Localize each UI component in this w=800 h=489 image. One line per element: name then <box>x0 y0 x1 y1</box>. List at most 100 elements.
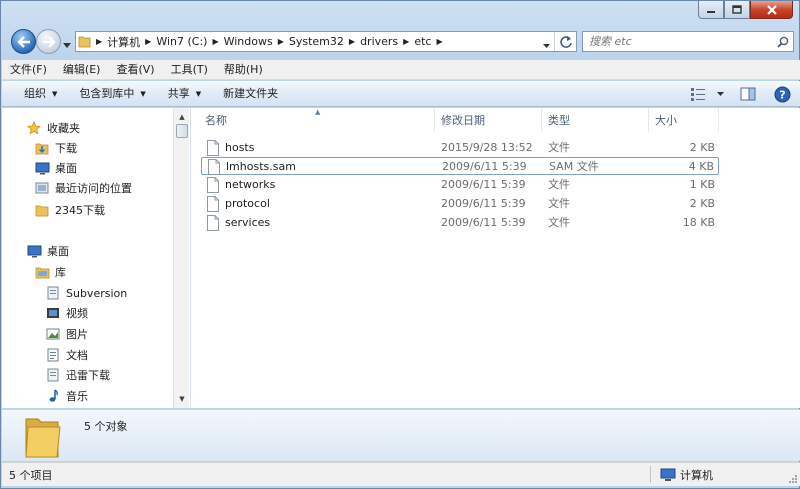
forward-button[interactable] <box>36 29 61 54</box>
breadcrumb-item[interactable]: etc <box>411 35 434 48</box>
download-folder-icon <box>34 140 50 156</box>
sidebar-item-label: 迅雷下载 <box>66 369 110 382</box>
breadcrumb-arrow-icon[interactable]: ▶ <box>401 37 411 46</box>
breadcrumb: 计算机 ▶ Win7 (C:) ▶ Windows ▶ System32 ▶ d… <box>104 32 444 51</box>
breadcrumb-arrow-icon[interactable]: ▶ <box>143 37 153 46</box>
breadcrumb-arrow-icon[interactable]: ▶ <box>434 37 444 46</box>
folder-icon <box>34 202 50 218</box>
file-row[interactable]: networks 2009/6/11 5:39 文件 1 KB <box>201 176 719 194</box>
file-row[interactable]: services 2009/6/11 5:39 文件 18 KB <box>201 214 719 232</box>
file-date: 2009/6/11 5:39 <box>442 160 527 173</box>
view-dropdown[interactable] <box>714 83 726 105</box>
address-bar[interactable]: ▶ 计算机 ▶ Win7 (C:) ▶ Windows ▶ System32 ▶… <box>75 31 577 52</box>
organize-label: 组织 <box>24 86 46 100</box>
share-label: 共享 <box>167 86 190 100</box>
breadcrumb-item[interactable]: Win7 (C:) <box>153 35 210 48</box>
sidebar-item-label: 视频 <box>66 307 88 320</box>
breadcrumb-item[interactable]: Windows <box>221 35 276 48</box>
file-type: SAM 文件 <box>549 160 599 173</box>
sidebar-item-subversion[interactable]: Subversion <box>45 283 127 303</box>
arrow-left-icon <box>16 35 30 48</box>
recent-pages-dropdown[interactable] <box>63 38 71 51</box>
chevron-down-icon <box>63 43 71 48</box>
file-type: 文件 <box>548 216 570 229</box>
sidebar-item-label: 图片 <box>66 328 88 341</box>
include-in-library-button[interactable]: 包含到库中 ▼ <box>68 83 156 105</box>
file-row[interactable]: protocol 2009/6/11 5:39 文件 2 KB <box>201 195 719 213</box>
file-size: 18 KB <box>682 216 715 229</box>
sidebar-item-label: 文档 <box>66 349 88 362</box>
sidebar-item-desktop[interactable]: 桌面 <box>26 241 69 261</box>
navigation-scrollbar[interactable]: ▲ ▼ <box>173 108 189 408</box>
back-button[interactable] <box>11 29 36 54</box>
refresh-button[interactable] <box>554 32 576 51</box>
breadcrumb-item[interactable]: 计算机 <box>104 34 143 50</box>
chevron-down-icon: ▼ <box>140 89 146 98</box>
breadcrumb-arrow-icon[interactable]: ▶ <box>210 37 220 46</box>
chevron-down-icon <box>716 92 724 96</box>
column-header-name[interactable]: 名称 <box>199 108 435 132</box>
column-header-date[interactable]: 修改日期 <box>435 108 542 132</box>
preview-pane-icon[interactable] <box>736 83 760 105</box>
folder-large-icon <box>25 418 61 458</box>
file-row[interactable]: hosts 2015/9/28 13:52 文件 2 KB <box>201 139 719 157</box>
close-button[interactable] <box>750 1 793 19</box>
toolbar-right: ? <box>686 83 794 105</box>
desktop-icon <box>34 160 50 176</box>
sidebar-item-2345-downloads[interactable]: 2345下载 <box>34 200 105 220</box>
scrollbar-thumb[interactable] <box>176 124 188 138</box>
address-history-dropdown[interactable] <box>543 38 550 51</box>
file-size: 4 KB <box>688 160 714 173</box>
sidebar-item-documents[interactable]: 文档 <box>45 345 88 365</box>
breadcrumb-arrow-icon[interactable]: ▶ <box>347 37 357 46</box>
sidebar-item-downloads[interactable]: 下载 <box>34 138 77 158</box>
search-input[interactable] <box>583 33 773 50</box>
sidebar-item-favorites[interactable]: 收藏夹 <box>26 118 80 138</box>
desktop-icon <box>26 243 42 259</box>
sidebar-item-music[interactable]: 音乐 <box>45 386 88 406</box>
file-row[interactable]: lmhosts.sam 2009/6/11 5:39 SAM 文件 4 KB <box>201 157 719 175</box>
breadcrumb-arrow-icon[interactable]: ▶ <box>276 37 286 46</box>
breadcrumb-item[interactable]: System32 <box>286 35 347 48</box>
breadcrumb-arrow-icon[interactable]: ▶ <box>94 37 104 46</box>
file-size: 2 KB <box>689 197 715 210</box>
organize-button[interactable]: 组织 ▼ <box>2 83 68 105</box>
sidebar-item-pictures[interactable]: 图片 <box>45 324 88 344</box>
sidebar-item-desktop-fav[interactable]: 桌面 <box>34 158 77 178</box>
status-bar: 5 个项目 计算机 <box>2 462 800 486</box>
scroll-up-arrow-icon[interactable]: ▲ <box>174 110 190 124</box>
share-button[interactable]: 共享 ▼ <box>157 83 212 105</box>
caption-buttons <box>698 1 793 19</box>
file-date: 2009/6/11 5:39 <box>441 178 526 191</box>
sidebar-item-recent-places[interactable]: 最近访问的位置 <box>34 178 132 198</box>
include-library-label: 包含到库中 <box>79 86 135 100</box>
sidebar-item-videos[interactable]: 视频 <box>45 303 88 323</box>
library-item-icon <box>45 367 61 383</box>
resize-grip-icon[interactable] <box>787 473 798 484</box>
video-icon <box>45 305 61 321</box>
column-header-type[interactable]: 类型 <box>542 108 649 132</box>
scroll-down-arrow-icon[interactable]: ▼ <box>174 392 190 406</box>
command-bar: 组织 ▼ 包含到库中 ▼ 共享 ▼ 新建文件夹 ? <box>2 81 800 107</box>
help-icon[interactable]: ? <box>770 83 794 105</box>
breadcrumb-item[interactable]: drivers <box>357 35 401 48</box>
minimize-button[interactable] <box>698 1 724 19</box>
menu-view[interactable]: 查看(V) <box>108 60 162 80</box>
search-icon[interactable] <box>773 36 793 48</box>
menu-file[interactable]: 文件(F) <box>2 60 55 80</box>
view-options-icon[interactable] <box>686 83 710 105</box>
sidebar-item-xunlei-downloads[interactable]: 迅雷下载 <box>45 365 110 385</box>
sidebar-item-library[interactable]: 库 <box>34 262 66 282</box>
recent-places-icon <box>34 180 50 196</box>
new-folder-button[interactable]: 新建文件夹 <box>212 83 289 105</box>
file-icon <box>207 196 219 212</box>
menu-edit[interactable]: 编辑(E) <box>55 60 109 80</box>
svg-text:?: ? <box>779 88 785 101</box>
maximize-button[interactable] <box>724 1 750 19</box>
menu-help[interactable]: 帮助(H) <box>216 60 271 80</box>
menu-tools[interactable]: 工具(T) <box>163 60 216 80</box>
file-list: ▲ 名称 修改日期 类型 大小 hosts 2015/9/28 13:52 文件… <box>191 108 800 408</box>
new-folder-label: 新建文件夹 <box>223 86 279 100</box>
column-header-size[interactable]: 大小 <box>649 108 719 132</box>
chevron-down-icon <box>543 44 550 48</box>
